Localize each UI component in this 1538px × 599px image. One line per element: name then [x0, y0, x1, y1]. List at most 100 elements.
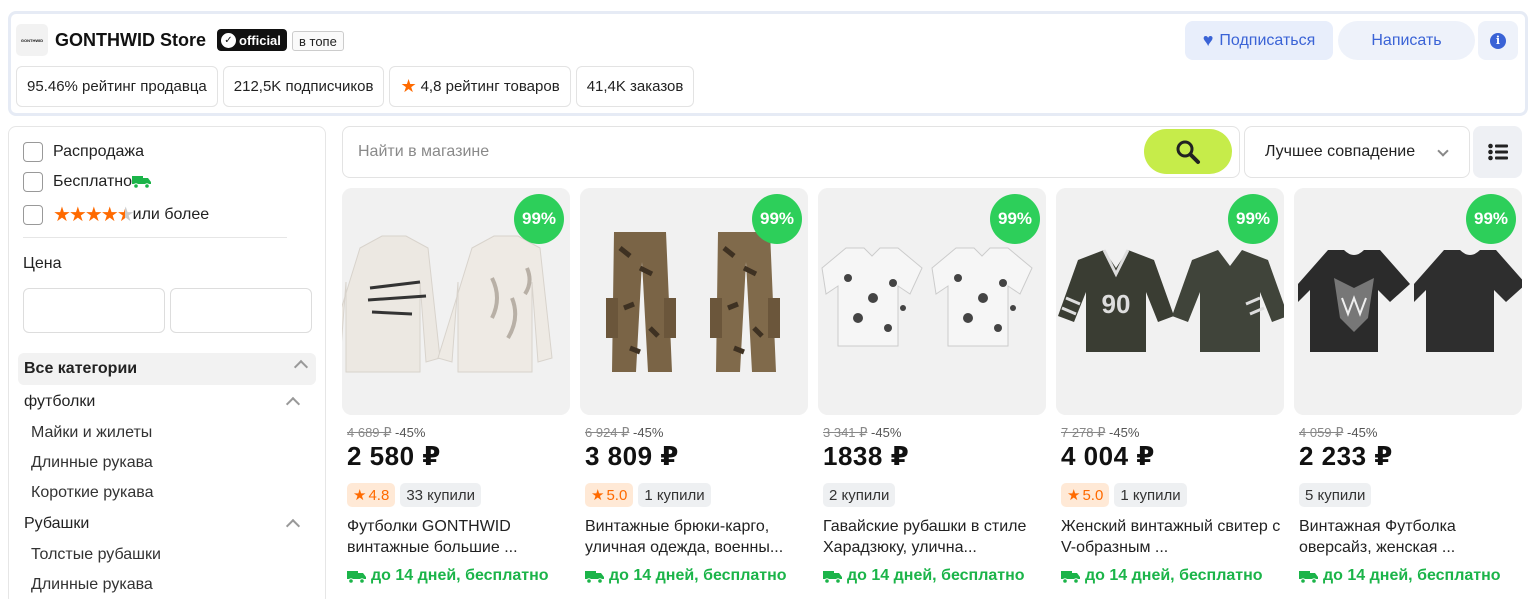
- rating-value: 5.0: [1082, 486, 1104, 504]
- rating-chip: ★ 5.0: [1061, 483, 1110, 507]
- product-image[interactable]: 99%: [580, 188, 808, 415]
- top-tag: в топе: [292, 31, 344, 51]
- orders-stat: 41,4K заказов: [575, 66, 695, 107]
- product-image[interactable]: 99%: [1294, 188, 1522, 415]
- truck-icon: [823, 571, 842, 584]
- product-rating-stat: ★ 4,8 рейтинг товаров: [389, 66, 571, 107]
- subcategory-item[interactable]: Длинные рукава: [31, 576, 153, 594]
- star-icon: ★: [1067, 487, 1081, 504]
- match-badge: 99%: [1228, 194, 1278, 244]
- discount: -45%: [1109, 425, 1140, 440]
- subcategory-item[interactable]: Длинные рукава: [31, 454, 153, 472]
- match-badge: 99%: [514, 194, 564, 244]
- stat-text: 95.46% рейтинг продавца: [27, 78, 207, 95]
- price-from-input[interactable]: [23, 288, 165, 333]
- subscribe-button[interactable]: ♥ Подписаться: [1185, 21, 1333, 60]
- price: 1838 ₽: [823, 441, 910, 471]
- truck-icon: [347, 571, 366, 584]
- old-price: 4 689 ₽ -45%: [347, 425, 425, 441]
- free-delivery-checkbox[interactable]: [23, 172, 43, 192]
- price: 2 233 ₽: [1299, 441, 1393, 471]
- subcategory-item[interactable]: Майки и жилеты: [31, 424, 152, 442]
- product-title[interactable]: Винтажные брюки-карго, уличная одежда, в…: [585, 516, 805, 558]
- write-message-button[interactable]: Написать: [1338, 21, 1475, 60]
- product-title[interactable]: Женский винтажный свитер с V-образным ..…: [1061, 516, 1281, 558]
- truck-icon: [132, 173, 152, 192]
- product-title[interactable]: Футболки GONTHWID винтажные большие ...: [347, 516, 567, 558]
- discount: -45%: [395, 425, 426, 440]
- discount: -45%: [633, 425, 664, 440]
- subscribe-label: Подписаться: [1219, 31, 1316, 49]
- store-name[interactable]: GONTHWID Store: [55, 30, 206, 51]
- delivery-info: до 14 дней, бесплатно: [823, 567, 1025, 585]
- chevron-up-icon: [285, 518, 301, 534]
- old-price: 4 059 ₽ -45%: [1299, 425, 1377, 441]
- filter-rating[interactable]: ★★★★★ или более: [23, 202, 209, 227]
- product-card[interactable]: 99% 6 924 ₽ -45% 3 809 ₽ ★ 5.0 1 купили В…: [580, 188, 808, 598]
- product-image[interactable]: 99%: [342, 188, 570, 415]
- chevron-down-icon: [1437, 145, 1449, 157]
- category-label: футболки: [24, 393, 96, 410]
- filter-sale[interactable]: Распродажа: [23, 142, 144, 162]
- heart-icon: ♥: [1202, 30, 1214, 50]
- info-icon: i: [1490, 32, 1506, 49]
- rating-chip: ★ 4.8: [347, 483, 396, 507]
- product-card[interactable]: 90 99% 7 278 ₽ -45% 4 004 ₽ ★ 5.0 1 купил…: [1056, 188, 1284, 598]
- store-logo[interactable]: GONTHWID: [16, 24, 48, 56]
- product-card[interactable]: 99% 4 059 ₽ -45% 2 233 ₽ 5 купили Винтаж…: [1294, 188, 1522, 598]
- all-categories-toggle[interactable]: Все категории: [18, 353, 316, 385]
- filter-label: Распродажа: [53, 143, 144, 160]
- search-input[interactable]: [343, 127, 1133, 177]
- truck-icon: [1299, 571, 1318, 584]
- old-price: 6 924 ₽ -45%: [585, 425, 663, 441]
- subscribers-stat: 212,5K подписчиков: [222, 66, 385, 107]
- old-price-value: 6 924 ₽: [585, 425, 630, 440]
- subcategory-item[interactable]: Короткие рукава: [31, 484, 153, 502]
- store-header: GONTHWID GONTHWID Store ✓ official в топ…: [8, 11, 1528, 116]
- old-price-value: 4 689 ₽: [347, 425, 392, 440]
- bought-count: 5 купили: [1299, 483, 1372, 507]
- product-title[interactable]: Винтажная Футболка оверсайз, женская ...: [1299, 516, 1519, 558]
- star-icon: ★: [353, 487, 367, 504]
- rating-value: 5.0: [606, 486, 628, 504]
- sale-checkbox[interactable]: [23, 142, 43, 162]
- sort-selected-label: Лучшее совпадение: [1265, 143, 1416, 160]
- search-button[interactable]: [1144, 129, 1232, 174]
- product-image[interactable]: 99%: [818, 188, 1046, 415]
- old-price: 3 341 ₽ -45%: [823, 425, 901, 441]
- category-shirts[interactable]: Рубашки: [24, 515, 304, 534]
- price: 2 580 ₽: [347, 441, 441, 471]
- product-card[interactable]: 99% 3 341 ₽ -45% 1838 ₽ 2 купили Гавайск…: [818, 188, 1046, 598]
- store-search: [342, 126, 1240, 178]
- delivery-text: до 14 дней, бесплатно: [609, 567, 787, 584]
- sort-dropdown[interactable]: Лучшее совпадение: [1244, 126, 1470, 178]
- chevron-up-icon: [285, 396, 301, 412]
- filter-label: или более: [132, 205, 210, 223]
- list-view-toggle[interactable]: [1473, 126, 1522, 178]
- old-price-value: 3 341 ₽: [823, 425, 868, 440]
- delivery-text: до 14 дней, бесплатно: [1323, 567, 1501, 584]
- product-image[interactable]: 90 99%: [1056, 188, 1284, 415]
- delivery-text: до 14 дней, бесплатно: [847, 567, 1025, 584]
- category-tshirts[interactable]: футболки: [24, 393, 304, 412]
- old-price-value: 4 059 ₽: [1299, 425, 1344, 440]
- chevron-up-icon: [293, 359, 309, 375]
- delivery-info: до 14 дней, бесплатно: [1299, 567, 1501, 585]
- filter-label: Бесплатно: [53, 173, 133, 190]
- info-button[interactable]: i: [1478, 21, 1518, 60]
- subcategory-item[interactable]: Толстые рубашки: [31, 546, 161, 564]
- rating-stars-icon: ★★★★★: [53, 204, 135, 226]
- svg-text:90: 90: [1102, 289, 1131, 319]
- product-card[interactable]: 99% 4 689 ₽ -45% 2 580 ₽ ★ 4.8 33 купили …: [342, 188, 570, 598]
- filter-free-delivery[interactable]: Бесплатно: [23, 172, 152, 192]
- discount: -45%: [871, 425, 902, 440]
- product-title[interactable]: Гавайские рубашки в стиле Харадзюку, ули…: [823, 516, 1043, 558]
- delivery-text: до 14 дней, бесплатно: [1085, 567, 1263, 584]
- stat-text: 41,4K заказов: [586, 78, 684, 95]
- price-to-input[interactable]: [170, 288, 312, 333]
- price: 3 809 ₽: [585, 441, 679, 471]
- star-icon: ★: [591, 487, 605, 504]
- rating-checkbox[interactable]: [23, 204, 43, 225]
- old-price: 7 278 ₽ -45%: [1061, 425, 1139, 441]
- star-icon: ★: [400, 76, 417, 96]
